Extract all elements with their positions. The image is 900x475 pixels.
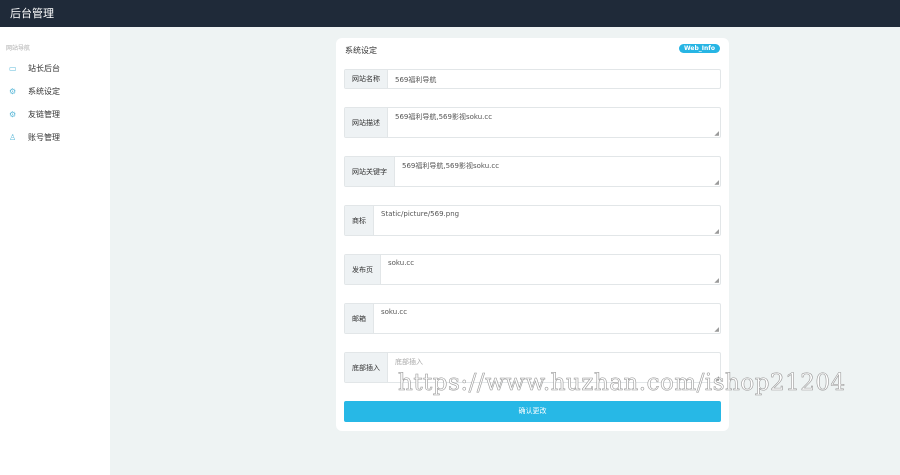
- field-label: 邮箱: [345, 304, 374, 333]
- sidebar-item-accounts[interactable]: ♙ 账号管理: [0, 129, 110, 147]
- watermark: https://www.huzhan.com/ishop21204: [398, 370, 846, 397]
- site-name-field: 网站名称 569福利导航: [344, 69, 721, 89]
- gear-icon: ⚙: [9, 110, 17, 119]
- site-name-input[interactable]: 569福利导航: [388, 70, 720, 88]
- field-value: 569福利导航,569影视soku.cc: [402, 162, 500, 170]
- site-description-field: 网站描述 569福利导航,569影视soku.cc ◢: [344, 107, 721, 138]
- field-label: 商标: [345, 206, 374, 235]
- field-value: soku.cc: [381, 308, 408, 316]
- user-icon: ♙: [9, 133, 17, 142]
- app-header: 后台管理: [0, 0, 900, 27]
- field-label: 网站名称: [345, 70, 388, 88]
- field-label: 网站描述: [345, 108, 388, 137]
- site-keywords-field: 网站关键字 569福利导航,569影视soku.cc ◢: [344, 156, 721, 187]
- resize-handle-icon[interactable]: ◢: [714, 130, 719, 137]
- field-value: soku.cc: [388, 259, 415, 267]
- field-label: 发布页: [345, 255, 381, 284]
- publish-page-field: 发布页 soku.cc ◢: [344, 254, 721, 285]
- app-title: 后台管理: [10, 7, 54, 20]
- resize-handle-icon[interactable]: ◢: [714, 326, 719, 333]
- field-value: 569福利导航,569影视soku.cc: [395, 113, 493, 121]
- publish-page-textarea[interactable]: soku.cc ◢: [381, 255, 720, 284]
- resize-handle-icon[interactable]: ◢: [714, 179, 719, 186]
- email-textarea[interactable]: soku.cc ◢: [374, 304, 720, 333]
- confirm-button[interactable]: 确认更改: [344, 401, 721, 422]
- field-placeholder: 底部插入: [395, 358, 423, 366]
- logo-field: 商标 Static/picture/569.png ◢: [344, 205, 721, 236]
- site-keywords-textarea[interactable]: 569福利导航,569影视soku.cc ◢: [395, 157, 720, 186]
- logo-textarea[interactable]: Static/picture/569.png ◢: [374, 206, 720, 235]
- monitor-icon: ▭: [9, 64, 17, 73]
- card-title: 系统设定: [345, 46, 377, 55]
- sidebar-item-webmaster[interactable]: ▭ 站长后台: [0, 60, 110, 78]
- sidebar-item-links[interactable]: ⚙ 友链管理: [0, 106, 110, 124]
- resize-handle-icon[interactable]: ◢: [714, 228, 719, 235]
- gear-icon: ⚙: [9, 87, 17, 96]
- email-field: 邮箱 soku.cc ◢: [344, 303, 721, 334]
- field-label: 网站关键字: [345, 157, 395, 186]
- sidebar-section-title: 网站导航: [6, 45, 31, 52]
- field-label: 底部插入: [345, 353, 388, 382]
- field-value: Static/picture/569.png: [381, 210, 460, 218]
- web-info-badge: Web_Info: [678, 44, 720, 53]
- resize-handle-icon[interactable]: ◢: [714, 277, 719, 284]
- site-description-textarea[interactable]: 569福利导航,569影视soku.cc ◢: [388, 108, 720, 137]
- sidebar-item-system-settings[interactable]: ⚙ 系统设定: [0, 83, 110, 101]
- sidebar: 网站导航 ▭ 站长后台 ⚙ 系统设定 ⚙ 友链管理 ♙ 账号管理: [0, 27, 110, 475]
